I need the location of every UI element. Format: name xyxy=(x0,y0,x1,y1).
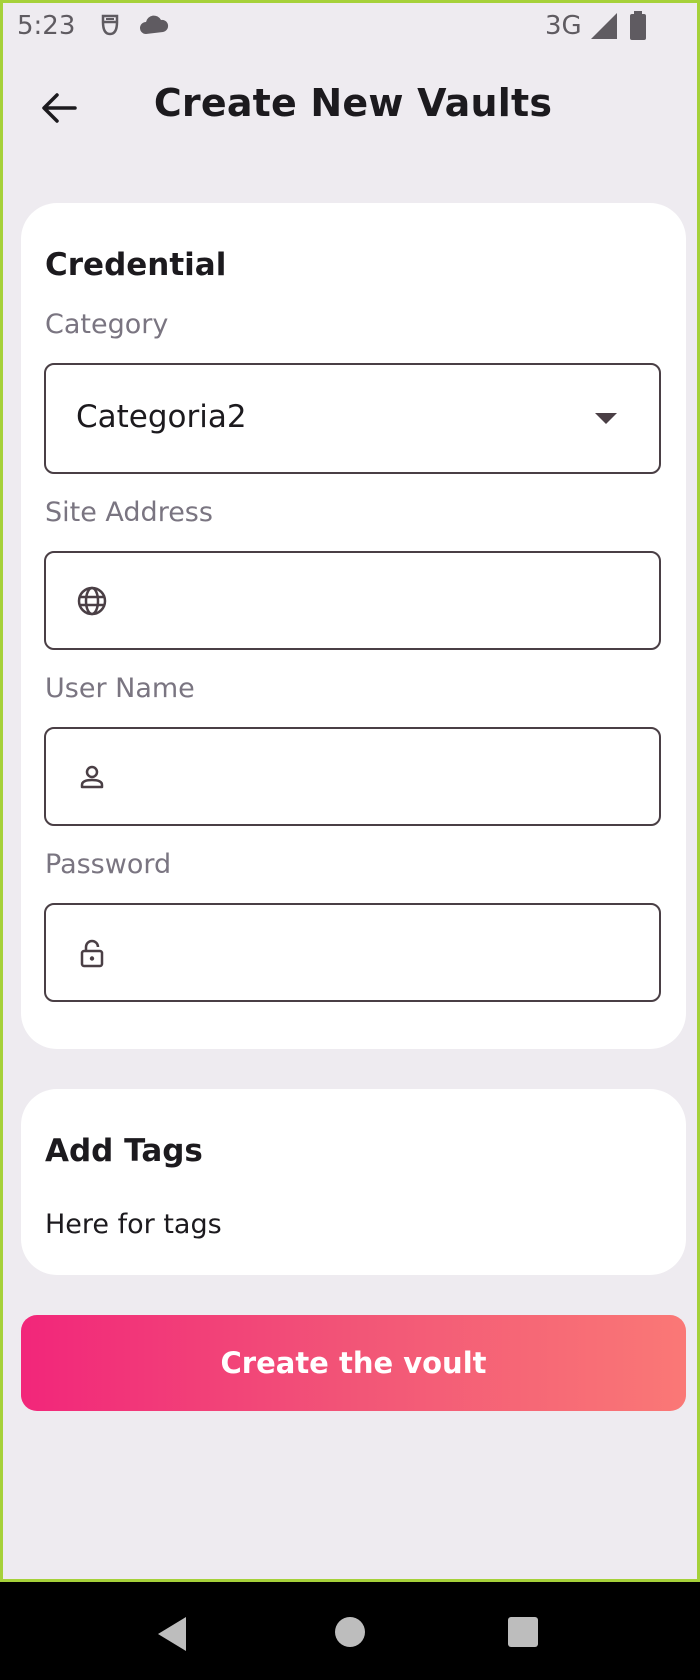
lock-icon xyxy=(80,939,104,968)
nav-recents-icon[interactable] xyxy=(508,1617,538,1647)
status-time: 5:23 xyxy=(17,11,76,41)
globe-icon xyxy=(77,586,107,616)
category-label: Category xyxy=(45,309,169,340)
tags-placeholder-text: Here for tags xyxy=(45,1209,222,1240)
user-name-input[interactable] xyxy=(44,727,661,826)
category-selected-value: Categoria2 xyxy=(76,399,247,435)
credential-card: Credential Category Categoria2 Site Addr… xyxy=(21,203,686,1049)
status-bar: 5:23 3G xyxy=(3,3,697,51)
password-input[interactable] xyxy=(44,903,661,1002)
nav-home-icon[interactable] xyxy=(335,1617,365,1647)
network-type: 3G xyxy=(545,11,582,41)
category-select[interactable]: Categoria2 xyxy=(44,363,661,474)
credential-title: Credential xyxy=(45,247,227,283)
user-name-label: User Name xyxy=(45,673,195,704)
signal-icon xyxy=(591,13,617,39)
sim-icon xyxy=(101,14,119,36)
create-vault-button[interactable]: Create the voult xyxy=(21,1315,686,1411)
app-screen: 5:23 3G Create New Vaults Credential Cat… xyxy=(0,0,700,1582)
dropdown-arrow-icon xyxy=(595,413,617,424)
site-address-input[interactable] xyxy=(44,551,661,650)
person-icon xyxy=(80,765,104,789)
battery-icon xyxy=(630,11,646,40)
tags-title: Add Tags xyxy=(45,1133,203,1169)
nav-back-icon[interactable] xyxy=(158,1617,186,1651)
page-title: Create New Vaults xyxy=(153,81,553,125)
site-address-label: Site Address xyxy=(45,497,213,528)
password-label: Password xyxy=(45,849,172,880)
cloud-icon xyxy=(140,15,169,34)
tags-card: Add Tags Here for tags xyxy=(21,1089,686,1275)
